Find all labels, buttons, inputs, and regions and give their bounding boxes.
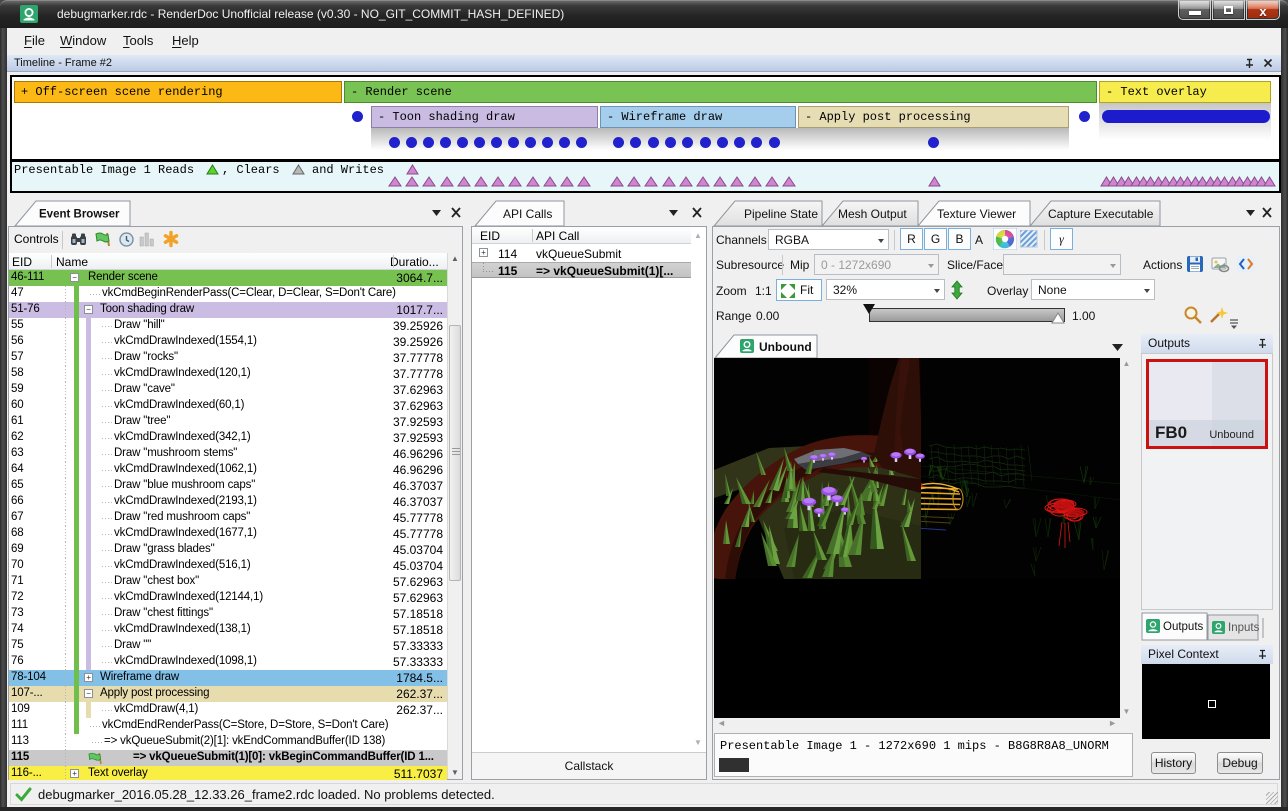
svg-text:Event Browser: Event Browser — [39, 209, 120, 221]
svg-text:Mesh Output: Mesh Output — [838, 207, 907, 221]
svg-text:Texture Viewer: Texture Viewer — [937, 207, 1016, 221]
svg-text:Capture Executable: Capture Executable — [1048, 207, 1154, 221]
svg-text:Outputs: Outputs — [1163, 621, 1204, 633]
svg-text:Pipeline State: Pipeline State — [744, 207, 818, 221]
svg-text:Unbound: Unbound — [759, 340, 812, 354]
svg-text:API Calls: API Calls — [503, 207, 552, 221]
svg-text:Inputs: Inputs — [1228, 622, 1260, 634]
